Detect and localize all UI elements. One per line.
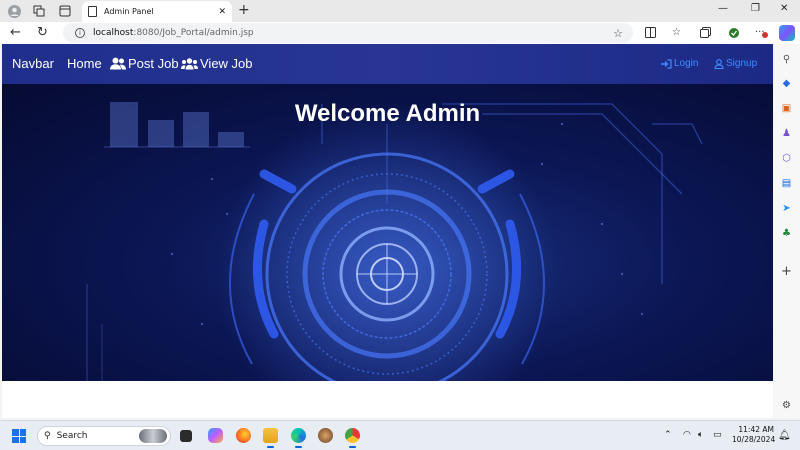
nav-post-job-link[interactable]: Post Job bbox=[110, 56, 179, 71]
minimize-icon[interactable]: — bbox=[718, 3, 728, 14]
favorites-icon[interactable]: ☆ bbox=[672, 27, 681, 38]
extensions-icon[interactable] bbox=[728, 27, 740, 42]
taskbar-search-box[interactable]: ⚲ Search bbox=[37, 426, 171, 446]
page-icon bbox=[88, 6, 97, 17]
nav-view-job-label: View Job bbox=[200, 56, 253, 71]
new-tab-button[interactable]: + bbox=[238, 2, 250, 18]
search-icon: ⚲ bbox=[44, 431, 51, 441]
tree-icon[interactable]: ♣ bbox=[779, 226, 794, 241]
refresh-icon[interactable]: ↻ bbox=[37, 25, 48, 40]
copilot-icon[interactable] bbox=[779, 25, 795, 41]
browser-tab-strip: Admin Panel ✕ + — ❐ ✕ bbox=[0, 0, 800, 22]
copilot-taskbar-icon[interactable] bbox=[208, 428, 223, 443]
firefox-icon[interactable] bbox=[236, 428, 251, 443]
wifi-icon[interactable]: ◠ bbox=[683, 430, 691, 440]
users-icon bbox=[110, 57, 126, 70]
signup-label: Signup bbox=[726, 58, 758, 69]
task-view-icon[interactable] bbox=[180, 430, 192, 442]
nav-home-label: Home bbox=[67, 56, 102, 71]
hero-banner: Welcome Admin bbox=[2, 84, 773, 381]
clock-date: 10/28/2024 bbox=[732, 435, 776, 444]
signup-link[interactable]: Signup bbox=[714, 58, 757, 69]
settings-gear-icon[interactable]: ⚙ bbox=[779, 398, 794, 413]
site-navbar: Navbar Home Post Job View Job Login Sign… bbox=[2, 44, 773, 84]
edge-icon[interactable] bbox=[291, 428, 306, 448]
page-footer-area bbox=[2, 381, 773, 418]
notification-dot-icon bbox=[762, 32, 768, 38]
url-path: :8080/Job_Portal/admin.jsp bbox=[133, 28, 254, 38]
workspaces-icon[interactable] bbox=[31, 3, 47, 19]
windows-start-icon[interactable] bbox=[12, 429, 26, 443]
battery-icon[interactable]: ▭ bbox=[713, 430, 722, 440]
clock-time: 11:42 AM bbox=[738, 425, 774, 434]
user-group-icon bbox=[181, 57, 198, 69]
navbar-brand[interactable]: Navbar bbox=[12, 56, 54, 71]
taskbar-search-label: Search bbox=[56, 431, 88, 441]
login-label: Login bbox=[674, 58, 699, 69]
close-window-icon[interactable]: ✕ bbox=[780, 3, 788, 14]
hero-background-art bbox=[86, 102, 703, 381]
nav-post-job-label: Post Job bbox=[128, 56, 179, 71]
tab-title: Admin Panel bbox=[104, 7, 154, 16]
nav-home-link[interactable]: Home bbox=[67, 56, 102, 71]
close-tab-icon[interactable]: ✕ bbox=[218, 7, 226, 17]
site-info-icon[interactable]: i bbox=[75, 28, 85, 38]
add-sidebar-icon[interactable]: + bbox=[779, 264, 794, 279]
app-icon[interactable] bbox=[318, 428, 333, 443]
web-page: Navbar Home Post Job View Job Login Sign… bbox=[2, 44, 773, 418]
tab-actions-icon[interactable] bbox=[57, 3, 73, 19]
file-explorer-icon[interactable] bbox=[263, 428, 278, 448]
send-icon[interactable]: ➤ bbox=[779, 201, 794, 216]
back-icon[interactable]: ← bbox=[10, 25, 21, 40]
address-bar[interactable]: i localhost :8080/Job_Portal/admin.jsp ☆ bbox=[63, 23, 633, 43]
hero-title: Welcome Admin bbox=[294, 100, 481, 127]
collections-icon[interactable] bbox=[700, 27, 711, 41]
microsoft365-icon[interactable]: ⬡ bbox=[779, 151, 794, 166]
chrome-icon[interactable] bbox=[345, 428, 360, 448]
profile-icon[interactable] bbox=[6, 3, 22, 19]
tab-admin-panel[interactable]: Admin Panel ✕ bbox=[82, 1, 232, 22]
search-highlight-icon bbox=[139, 429, 167, 443]
games-icon[interactable]: ♟ bbox=[779, 126, 794, 141]
volume-icon[interactable]: 🔈︎ bbox=[698, 430, 703, 440]
more-menu-icon[interactable]: ··· bbox=[755, 27, 768, 38]
search-sidebar-icon[interactable]: ⚲ bbox=[779, 52, 794, 67]
windows-taskbar: ⚲ Search ⌃ ◠ 🔈︎ ▭ 11:42 AM 10/28/2024 🔔︎ bbox=[0, 420, 800, 450]
user-icon bbox=[714, 58, 724, 69]
favorite-star-icon[interactable]: ☆ bbox=[613, 27, 623, 40]
split-screen-icon[interactable] bbox=[645, 27, 656, 41]
login-link[interactable]: Login bbox=[661, 58, 698, 69]
nav-view-job-link[interactable]: View Job bbox=[181, 56, 253, 71]
taskbar-clock[interactable]: 11:42 AM 10/28/2024 bbox=[732, 425, 776, 445]
sign-in-icon bbox=[661, 58, 672, 69]
tools-icon[interactable]: ▣ bbox=[779, 101, 794, 116]
browser-sidebar: ⚲ ◆ ▣ ♟ ⬡ ▤ ➤ ♣ + ⚙ bbox=[774, 44, 800, 418]
restore-icon[interactable]: ❐ bbox=[751, 3, 760, 14]
notification-bell-icon[interactable]: 🔔︎ bbox=[778, 430, 791, 441]
shopping-tag-icon[interactable]: ◆ bbox=[779, 76, 794, 91]
tray-expand-icon[interactable]: ⌃ bbox=[664, 430, 672, 440]
outlook-icon[interactable]: ▤ bbox=[779, 176, 794, 191]
url-host: localhost bbox=[93, 28, 134, 38]
